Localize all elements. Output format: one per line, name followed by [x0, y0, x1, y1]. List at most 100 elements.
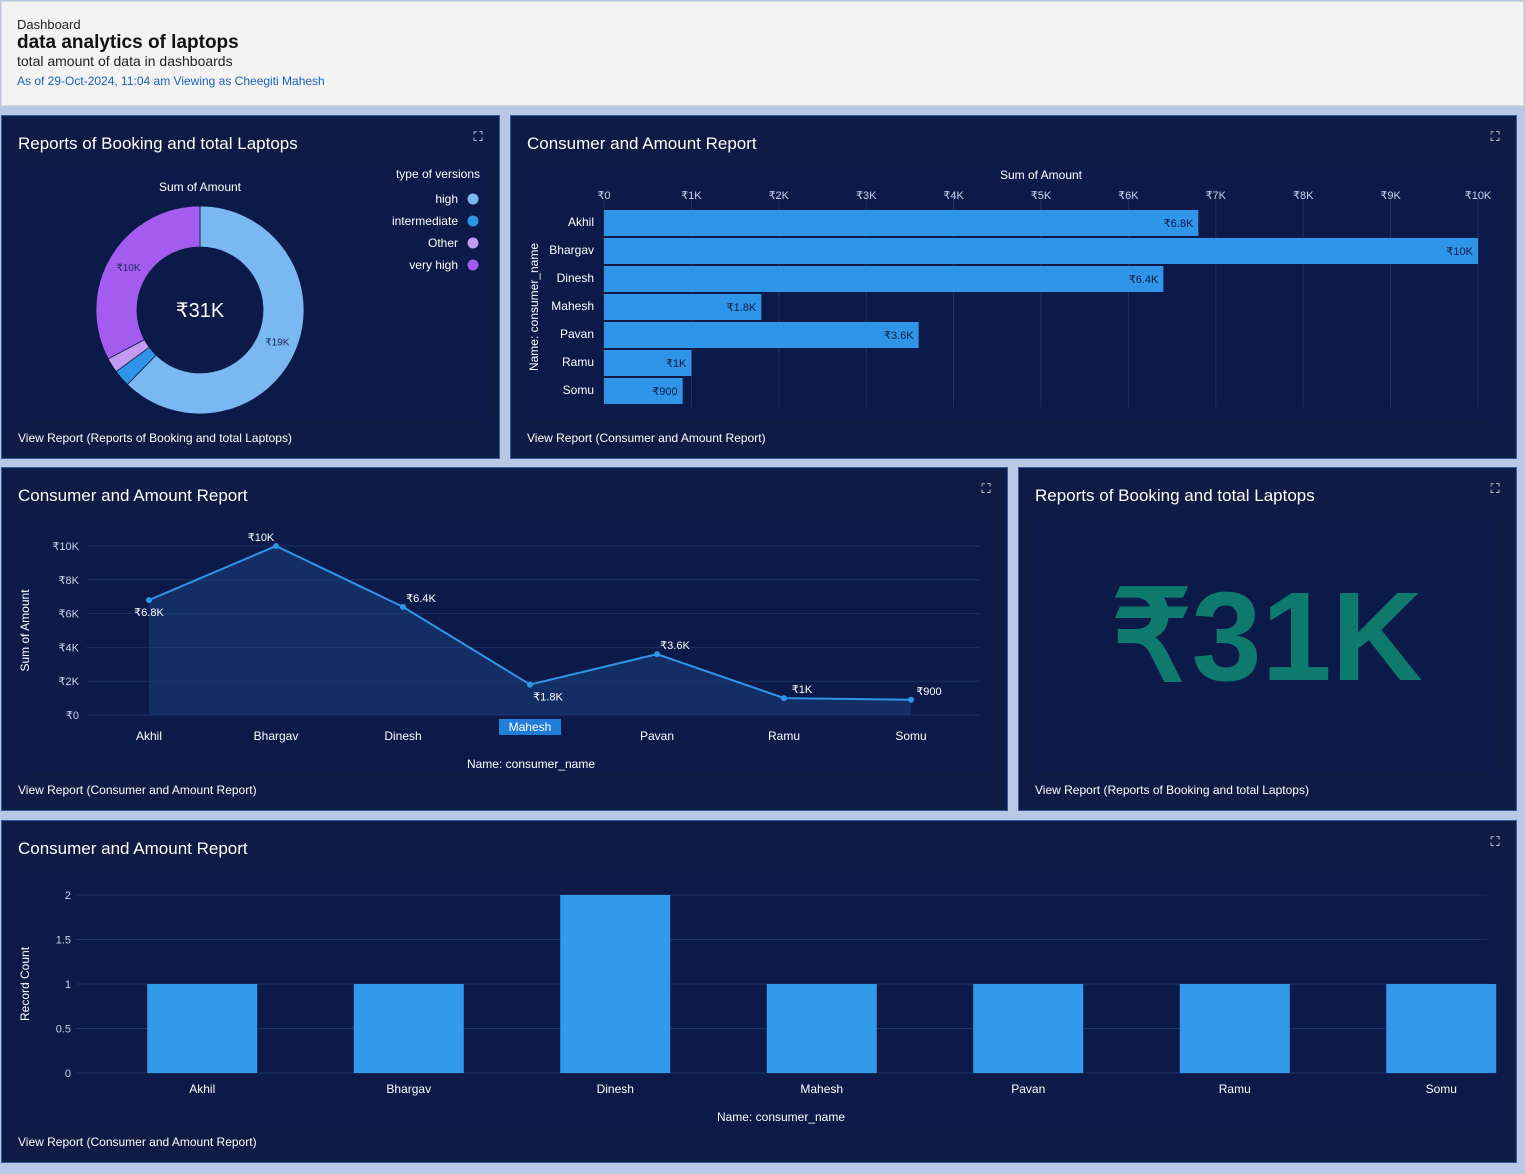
- x-tick-label: ₹8K: [1293, 190, 1314, 202]
- x-tick-label: Bhargav: [386, 1082, 431, 1096]
- point-value-label: ₹6.8K: [134, 607, 164, 619]
- view-report-link[interactable]: View Report (Consumer and Amount Report): [527, 431, 766, 445]
- y-axis-label: Sum of Amount: [18, 589, 32, 672]
- legend-item-label: Other: [428, 236, 458, 250]
- x-tick-label: ₹1K: [681, 190, 702, 202]
- legend-swatch: [467, 237, 479, 249]
- bar: [1386, 984, 1497, 1073]
- view-report-link[interactable]: View Report (Consumer and Amount Report): [18, 1135, 257, 1149]
- line-point: [654, 651, 660, 658]
- point-value-label: ₹1K: [792, 684, 813, 696]
- point-value-label: ₹900: [916, 686, 941, 698]
- y-tick-label: Ramu: [562, 355, 594, 369]
- hbar-chart-card: Consumer and Amount Report ⛶ Sum of Amou…: [510, 115, 1517, 459]
- line-point: [400, 603, 406, 610]
- y-tick-label: 2: [65, 890, 71, 902]
- y-tick-label: Somu: [563, 383, 594, 397]
- bar: [766, 984, 877, 1073]
- hbar-chart: Sum of Amount ₹0 ₹1K ₹2K ₹3K ₹4K ₹5K ₹6K ₹7K ₹8K ₹…: [527, 168, 1492, 407]
- bar-value-label: ₹900: [652, 386, 677, 398]
- vbar-chart: 0 0.5 1 1.5 2 Record Count Akhil Bhargav Dinesh M…: [18, 890, 1497, 1124]
- bar: [604, 238, 1478, 264]
- y-tick-label: ₹4K: [59, 642, 80, 654]
- breadcrumb[interactable]: Dashboard: [17, 17, 1508, 33]
- bar-value-label: ₹6.4K: [1129, 274, 1159, 286]
- x-axis-label: Name: consumer_name: [717, 1110, 845, 1124]
- donut-chart: Sum of Amount ₹19K ₹10K ₹31K type of version…: [95, 167, 480, 415]
- x-tick-label: ₹3K: [856, 190, 877, 202]
- bar-value-label: ₹3.6K: [884, 330, 914, 342]
- donut-slice-label: ₹10K: [116, 263, 140, 274]
- x-tick-label: ₹2K: [769, 190, 790, 202]
- x-tick-label: Ramu: [768, 729, 800, 743]
- highlight-badge-label: Mahesh: [509, 720, 552, 734]
- y-tick-label: ₹8K: [59, 575, 80, 587]
- expand-icon[interactable]: ⛶: [471, 130, 485, 144]
- y-tick-label: ₹6K: [59, 609, 80, 621]
- donut-center-value: ₹31K: [176, 300, 225, 322]
- card-title: Reports of Booking and total Laptops: [1035, 486, 1315, 505]
- page-subtitle: total amount of data in dashboards: [17, 53, 233, 69]
- dashboard-header: Dashboard data analytics of laptops tota…: [1, 1, 1524, 106]
- y-tick-label: ₹10K: [52, 541, 79, 553]
- bar-value-label: ₹10K: [1446, 246, 1473, 258]
- x-tick-label: ₹7K: [1206, 190, 1227, 202]
- donut-chart-card: Reports of Booking and total Laptops ⛶ S…: [1, 115, 500, 459]
- card-title: Consumer and Amount Report: [527, 134, 757, 153]
- expand-icon[interactable]: ⛶: [979, 482, 993, 496]
- x-tick-label: Somu: [1426, 1082, 1457, 1096]
- expand-icon[interactable]: ⛶: [1488, 130, 1502, 144]
- bar: [353, 984, 464, 1073]
- legend-swatch: [467, 259, 479, 271]
- legend-swatch: [467, 215, 479, 227]
- x-tick-label: Pavan: [640, 729, 674, 743]
- page-title: data analytics of laptops: [17, 32, 239, 53]
- y-tick-label: Pavan: [560, 327, 594, 341]
- view-report-link[interactable]: View Report (Consumer and Amount Report): [18, 783, 257, 797]
- x-tick-label: Dinesh: [597, 1082, 634, 1096]
- x-tick-label: Bhargav: [254, 729, 299, 743]
- x-tick-label: ₹10K: [1465, 190, 1492, 202]
- x-tick-label: Akhil: [136, 729, 162, 743]
- x-tick-label: Somu: [895, 729, 926, 743]
- y-tick-label: 0: [65, 1068, 71, 1080]
- bar: [604, 210, 1199, 236]
- line-point: [781, 695, 787, 702]
- donut-title: Sum of Amount: [159, 180, 242, 194]
- card-title: Consumer and Amount Report: [18, 839, 248, 858]
- point-value-label: ₹10K: [248, 532, 275, 544]
- x-tick-label: Akhil: [189, 1082, 215, 1096]
- point-value-label: ₹6.4K: [406, 593, 436, 605]
- x-tick-label: Mahesh: [800, 1082, 843, 1096]
- metric-value: ₹31K: [1111, 566, 1423, 707]
- line-point: [908, 696, 914, 703]
- y-tick-label: ₹0: [66, 710, 79, 722]
- x-tick-label: ₹5K: [1031, 190, 1052, 202]
- expand-icon[interactable]: ⛶: [1488, 835, 1502, 849]
- y-tick-label: Mahesh: [551, 299, 594, 313]
- y-tick-label: 1.5: [56, 935, 71, 947]
- line-chart-card: Consumer and Amount Report ⛶ ₹0 ₹2K ₹4K ₹6K…: [1, 467, 1008, 811]
- legend-title: type of versions: [396, 167, 480, 181]
- bar: [604, 266, 1164, 292]
- x-tick-label: Ramu: [1219, 1082, 1251, 1096]
- legend-item-label: high: [435, 192, 458, 206]
- hbar-chart-area: Sum of Amount ₹0 ₹1K ₹2K ₹3K ₹4K ₹5K ₹6K ₹7K ₹8K ₹…: [526, 167, 1501, 422]
- card-title: Reports of Booking and total Laptops: [18, 134, 298, 153]
- expand-icon[interactable]: ⛶: [1488, 482, 1502, 496]
- hbar-title: Sum of Amount: [1000, 168, 1083, 182]
- view-report-link[interactable]: View Report (Reports of Booking and tota…: [18, 431, 292, 445]
- point-value-label: ₹3.6K: [660, 640, 690, 652]
- legend-item-label: intermediate: [392, 214, 458, 228]
- donut-slice-label: ₹19K: [265, 337, 289, 348]
- y-tick-label: 1: [65, 979, 71, 991]
- bar: [604, 322, 919, 348]
- point-value-label: ₹1.8K: [533, 692, 563, 704]
- x-tick-label: ₹0: [597, 190, 610, 202]
- donut-chart-area: Sum of Amount ₹19K ₹10K ₹31K type of version…: [17, 167, 485, 422]
- x-tick-label: Pavan: [1011, 1082, 1045, 1096]
- x-tick-label: Dinesh: [384, 729, 421, 743]
- bar-value-label: ₹6.8K: [1164, 218, 1194, 230]
- bar: [560, 895, 671, 1073]
- view-report-link[interactable]: View Report (Reports of Booking and tota…: [1035, 783, 1309, 797]
